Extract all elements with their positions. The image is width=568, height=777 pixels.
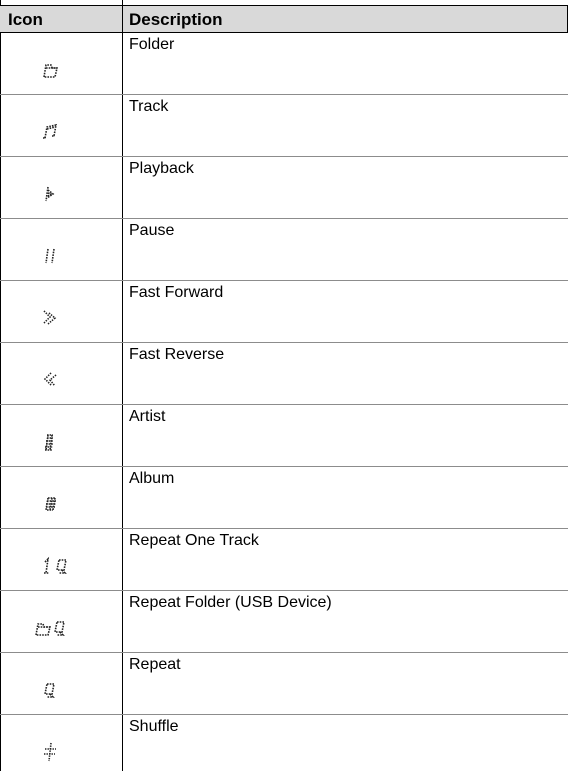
row-description: Track <box>129 98 169 115</box>
pause-icon <box>0 219 122 281</box>
table-row: Repeat Folder (USB Device) <box>0 591 568 653</box>
row-description: Fast Forward <box>129 284 224 301</box>
repeat-icon <box>0 653 122 715</box>
artist-icon <box>0 405 122 467</box>
table-row: Repeat <box>0 653 568 715</box>
table-row: Shuffle <box>0 715 568 777</box>
row-description: Repeat Folder (USB Device) <box>129 594 332 611</box>
row-description: Folder <box>129 36 175 53</box>
row-description: Album <box>129 470 175 487</box>
fast-reverse-icon <box>0 343 122 405</box>
table-row: Fast Forward <box>0 281 568 343</box>
track-icon <box>0 95 122 157</box>
header-icon-label: Icon <box>8 10 43 29</box>
playback-icon <box>0 157 122 219</box>
table-row: Folder <box>0 33 568 95</box>
table-row: Pause <box>0 219 568 281</box>
row-description: Fast Reverse <box>129 346 225 363</box>
row-description: Repeat <box>129 656 181 673</box>
header-description-label: Description <box>129 10 223 29</box>
fast-forward-icon <box>0 281 122 343</box>
icon-description-table: Icon Description Folder Track Playback P… <box>0 0 568 771</box>
row-description: Repeat One Track <box>129 532 259 549</box>
row-description: Playback <box>129 160 194 177</box>
repeat-folder-icon <box>0 591 122 653</box>
row-description: Pause <box>129 222 175 239</box>
table-row: Repeat One Track <box>0 529 568 591</box>
row-description: Artist <box>129 408 166 425</box>
table-row: Track <box>0 95 568 157</box>
table-row: Artist <box>0 405 568 467</box>
repeat-one-track-icon <box>0 529 122 591</box>
table-row: Fast Reverse <box>0 343 568 405</box>
row-description: Shuffle <box>129 718 179 735</box>
table-row: Playback <box>0 157 568 219</box>
album-icon <box>0 467 122 529</box>
table-header: Icon Description <box>0 5 568 33</box>
table-row: Album <box>0 467 568 529</box>
folder-icon <box>0 33 122 95</box>
shuffle-icon <box>0 715 122 777</box>
